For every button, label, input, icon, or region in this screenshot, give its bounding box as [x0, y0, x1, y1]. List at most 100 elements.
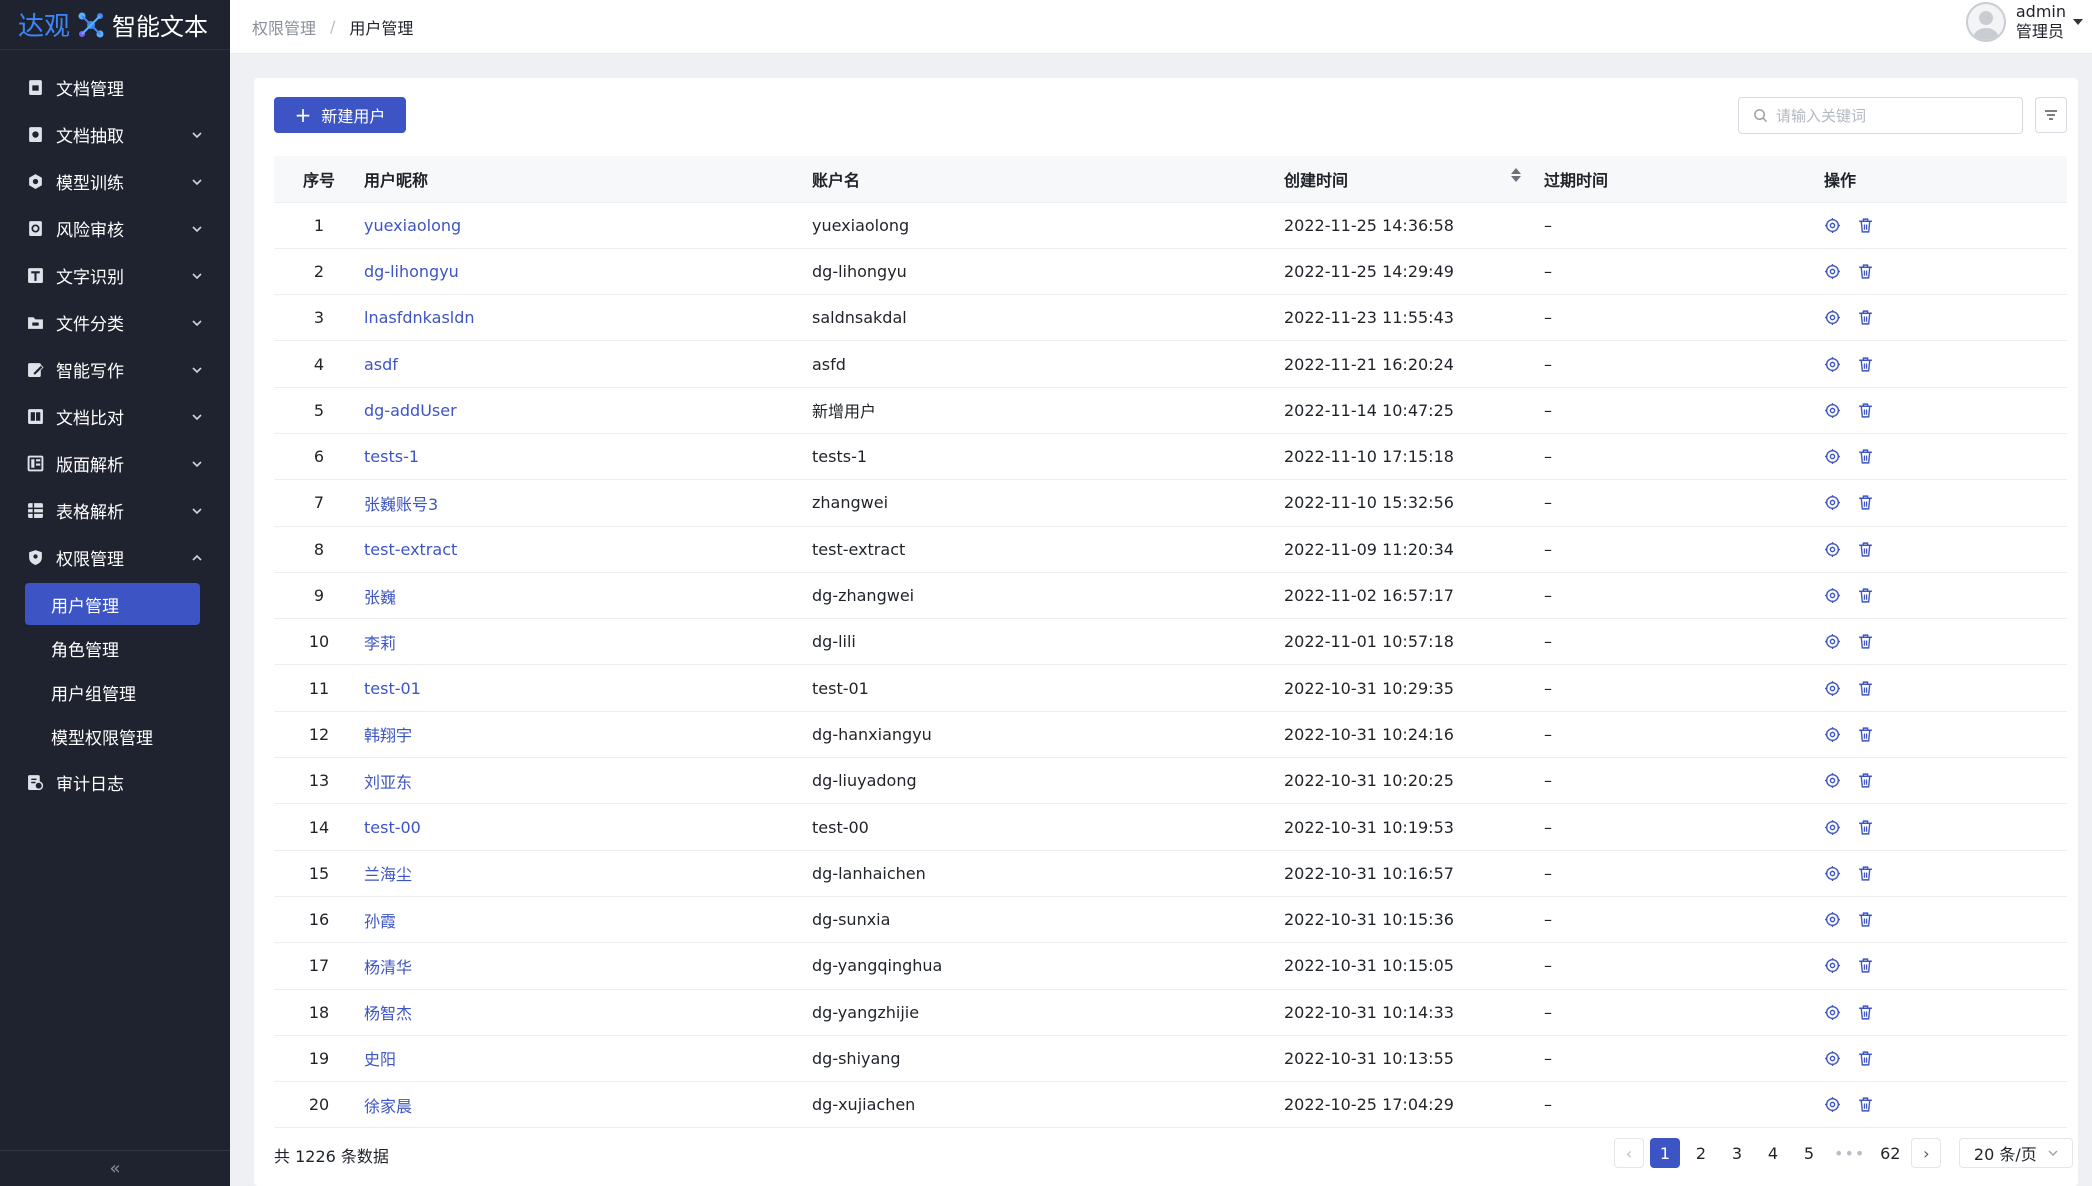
nickname-link[interactable]: 刘亚东	[364, 773, 412, 792]
delete-user-icon[interactable]	[1857, 309, 1874, 326]
nickname-link[interactable]: 杨智杰	[364, 1004, 412, 1023]
delete-user-icon[interactable]	[1857, 911, 1874, 928]
nickname-link[interactable]: test-01	[364, 679, 421, 698]
sidebar-item-document-extract[interactable]: 文档抽取	[0, 111, 230, 158]
edit-user-icon[interactable]	[1824, 356, 1841, 373]
sidebar-subitem-user-management[interactable]: 用户管理	[25, 583, 200, 625]
nickname-link[interactable]: 徐家晨	[364, 1097, 412, 1116]
prev-page-button[interactable]: ‹	[1614, 1138, 1644, 1168]
user-menu[interactable]: admin 管理员	[1965, 2, 2084, 42]
nickname-link[interactable]: test-extract	[364, 540, 457, 559]
delete-user-icon[interactable]	[1857, 1050, 1874, 1067]
page-button-3[interactable]: 3	[1722, 1138, 1752, 1168]
new-user-button[interactable]: + 新建用户	[274, 97, 406, 133]
nickname-link[interactable]: yuexiaolong	[364, 216, 461, 235]
nickname-link[interactable]: 杨清华	[364, 958, 412, 977]
cell-nickname: 孙霞	[364, 896, 812, 944]
page-ellipsis[interactable]: •••	[1830, 1138, 1869, 1168]
nickname-link[interactable]: 史阳	[364, 1050, 396, 1069]
nickname-link[interactable]: 张巍账号3	[364, 495, 438, 514]
delete-user-icon[interactable]	[1857, 772, 1874, 789]
edit-user-icon[interactable]	[1824, 217, 1841, 234]
sort-icon[interactable]	[1510, 167, 1522, 183]
delete-user-icon[interactable]	[1857, 356, 1874, 373]
delete-user-icon[interactable]	[1857, 402, 1874, 419]
page-button-2[interactable]: 2	[1686, 1138, 1716, 1168]
brand-logo[interactable]: 达观 智能文本	[0, 0, 230, 50]
edit-user-icon[interactable]	[1824, 957, 1841, 974]
nickname-link[interactable]: 张巍	[364, 588, 396, 607]
nickname-link[interactable]: test-00	[364, 818, 421, 837]
sidebar-item-risk-review[interactable]: 风险审核	[0, 205, 230, 252]
delete-user-icon[interactable]	[1857, 217, 1874, 234]
delete-user-icon[interactable]	[1857, 1096, 1874, 1113]
sidebar-item-audit-log[interactable]: 审计日志	[0, 759, 230, 806]
edit-user-icon[interactable]	[1824, 772, 1841, 789]
search-input[interactable]	[1776, 106, 2016, 125]
user-table: 序号 用户昵称 账户名 创建时间 过期时间 操作 1 yuexiaolong y…	[274, 156, 2067, 1129]
page-button-4[interactable]: 4	[1758, 1138, 1788, 1168]
column-header-created[interactable]: 创建时间	[1284, 156, 1544, 203]
edit-user-icon[interactable]	[1824, 911, 1841, 928]
sidebar-item-layout-parsing[interactable]: 版面解析	[0, 440, 230, 487]
search-box[interactable]	[1738, 97, 2023, 134]
delete-user-icon[interactable]	[1857, 494, 1874, 511]
cell-created: 2022-11-09 11:20:34	[1284, 526, 1544, 573]
nickname-link[interactable]: tests-1	[364, 447, 419, 466]
breadcrumb-parent[interactable]: 权限管理	[252, 15, 316, 39]
page-button-last[interactable]: 62	[1875, 1138, 1905, 1168]
sidebar-subitem-model-permission-management[interactable]: 模型权限管理	[25, 715, 200, 757]
cell-ops	[1824, 850, 2067, 897]
edit-user-icon[interactable]	[1824, 263, 1841, 280]
edit-user-icon[interactable]	[1824, 865, 1841, 882]
sidebar-subitem-role-management[interactable]: 角色管理	[25, 627, 200, 669]
delete-user-icon[interactable]	[1857, 957, 1874, 974]
edit-user-icon[interactable]	[1824, 1004, 1841, 1021]
delete-user-icon[interactable]	[1857, 633, 1874, 650]
nickname-link[interactable]: dg-lihongyu	[364, 262, 459, 281]
sidebar-item-document-management[interactable]: 文档管理	[0, 64, 230, 111]
edit-user-icon[interactable]	[1824, 633, 1841, 650]
delete-user-icon[interactable]	[1857, 263, 1874, 280]
sidebar-collapse-button[interactable]: «	[0, 1150, 230, 1186]
delete-user-icon[interactable]	[1857, 541, 1874, 558]
nickname-link[interactable]: 孙霞	[364, 912, 396, 931]
edit-user-icon[interactable]	[1824, 402, 1841, 419]
delete-user-icon[interactable]	[1857, 587, 1874, 604]
filter-button[interactable]	[2035, 97, 2067, 133]
page-button-5[interactable]: 5	[1794, 1138, 1824, 1168]
edit-user-icon[interactable]	[1824, 541, 1841, 558]
nickname-link[interactable]: lnasfdnkasldn	[364, 308, 475, 327]
sidebar-item-model-training[interactable]: 模型训练	[0, 158, 230, 205]
edit-user-icon[interactable]	[1824, 726, 1841, 743]
delete-user-icon[interactable]	[1857, 819, 1874, 836]
sidebar-item-document-compare[interactable]: 文档比对	[0, 393, 230, 440]
sidebar-item-permission-management[interactable]: 权限管理	[0, 534, 230, 581]
delete-user-icon[interactable]	[1857, 865, 1874, 882]
edit-user-icon[interactable]	[1824, 494, 1841, 511]
edit-user-icon[interactable]	[1824, 309, 1841, 326]
sidebar-item-file-classification[interactable]: 文件分类	[0, 299, 230, 346]
delete-user-icon[interactable]	[1857, 448, 1874, 465]
sidebar-item-smart-writing[interactable]: 智能写作	[0, 346, 230, 393]
nickname-link[interactable]: 韩翔宇	[364, 726, 412, 745]
delete-user-icon[interactable]	[1857, 726, 1874, 743]
nickname-link[interactable]: 兰海尘	[364, 865, 412, 884]
sidebar-subitem-user-group-management[interactable]: 用户组管理	[25, 671, 200, 713]
sidebar-item-table-parsing[interactable]: 表格解析	[0, 487, 230, 534]
nickname-link[interactable]: asdf	[364, 355, 398, 374]
edit-user-icon[interactable]	[1824, 819, 1841, 836]
delete-user-icon[interactable]	[1857, 1004, 1874, 1021]
nickname-link[interactable]: dg-addUser	[364, 401, 457, 420]
nickname-link[interactable]: 李莉	[364, 634, 396, 653]
page-button-1[interactable]: 1	[1650, 1138, 1680, 1168]
page-size-select[interactable]: 20 条/页	[1959, 1138, 2074, 1168]
edit-user-icon[interactable]	[1824, 1096, 1841, 1113]
sidebar-item-text-recognition[interactable]: 文字识别	[0, 252, 230, 299]
edit-user-icon[interactable]	[1824, 680, 1841, 697]
edit-user-icon[interactable]	[1824, 448, 1841, 465]
edit-user-icon[interactable]	[1824, 587, 1841, 604]
edit-user-icon[interactable]	[1824, 1050, 1841, 1067]
delete-user-icon[interactable]	[1857, 680, 1874, 697]
next-page-button[interactable]: ›	[1911, 1138, 1942, 1168]
